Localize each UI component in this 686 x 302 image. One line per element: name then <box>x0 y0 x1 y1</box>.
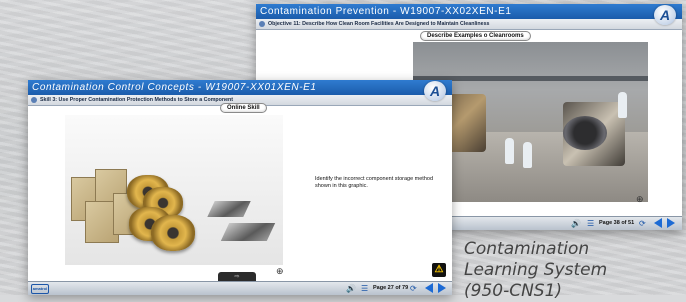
volume-icon[interactable]: 🔊 <box>571 218 581 229</box>
photo-worker <box>523 142 532 168</box>
amatrol-logo-icon: A <box>424 81 446 101</box>
cleanroom-examples-tag[interactable]: Describe Examples o Cleanrooms <box>420 31 531 41</box>
contamination-control-window[interactable]: Contamination Control Concepts - W19007-… <box>28 80 452 295</box>
instruction-text: Identify the incorrect component storage… <box>315 176 434 190</box>
zoom-icon[interactable]: ⊕ <box>636 194 644 205</box>
component-storage-graphic <box>65 115 283 265</box>
next-arrow-icon[interactable] <box>438 283 446 293</box>
warning-icon[interactable]: ⚠ <box>432 263 446 277</box>
objective-bullet-icon <box>259 21 265 27</box>
objective-bar: Objective 11: Describe How Clean Room Fa… <box>256 19 682 30</box>
caption-line-1: Contamination <box>464 239 590 259</box>
caption-line-2: Learning System <box>464 260 608 280</box>
window-title: Contamination Control Concepts - W19007-… <box>32 82 317 93</box>
previous-arrow-icon[interactable] <box>425 283 433 293</box>
amatrol-logo-icon: A <box>654 5 676 25</box>
skill-bullet-icon <box>31 97 37 103</box>
page-indicator: Page 27 of 79 <box>373 285 409 291</box>
loose-components <box>207 201 251 217</box>
photo-worker <box>505 138 514 164</box>
skill-text: Skill 3: Use Proper Contamination Protec… <box>40 97 234 103</box>
page-indicator: Page 38 of 51 <box>599 220 635 226</box>
coil-component <box>151 215 195 251</box>
photo-dish <box>563 116 607 150</box>
photo-worker <box>618 92 627 118</box>
window-title: Contamination Prevention - W19007-XX02XE… <box>260 6 512 17</box>
refresh-icon[interactable]: ⟳ <box>639 218 646 229</box>
menu-icon[interactable]: ☰ <box>587 218 594 229</box>
amatrol-brand-icon: amatrol <box>31 284 49 294</box>
next-arrow-icon[interactable] <box>667 218 675 228</box>
online-skill-tag[interactable]: Online Skill <box>220 103 267 113</box>
previous-arrow-icon[interactable] <box>654 218 662 228</box>
zoom-icon[interactable]: ⊕ <box>276 266 284 277</box>
window-titlebar: Contamination Control Concepts - W19007-… <box>28 80 452 101</box>
refresh-icon[interactable]: ⟳ <box>410 283 417 294</box>
menu-icon[interactable]: ☰ <box>361 283 368 294</box>
objective-text: Objective 11: Describe How Clean Room Fa… <box>268 21 490 27</box>
volume-icon[interactable]: 🔊 <box>346 283 356 294</box>
product-caption: Contamination Learning System (950-CNS1) <box>464 239 607 302</box>
navigation-bar: amatrol 🔊 ☰ Page 27 of 79 ⟳ <box>28 281 452 295</box>
caption-line-3: (950-CNS1) <box>464 281 563 301</box>
window-titlebar: Contamination Prevention - W19007-XX02XE… <box>256 4 682 25</box>
loose-components <box>220 223 276 241</box>
